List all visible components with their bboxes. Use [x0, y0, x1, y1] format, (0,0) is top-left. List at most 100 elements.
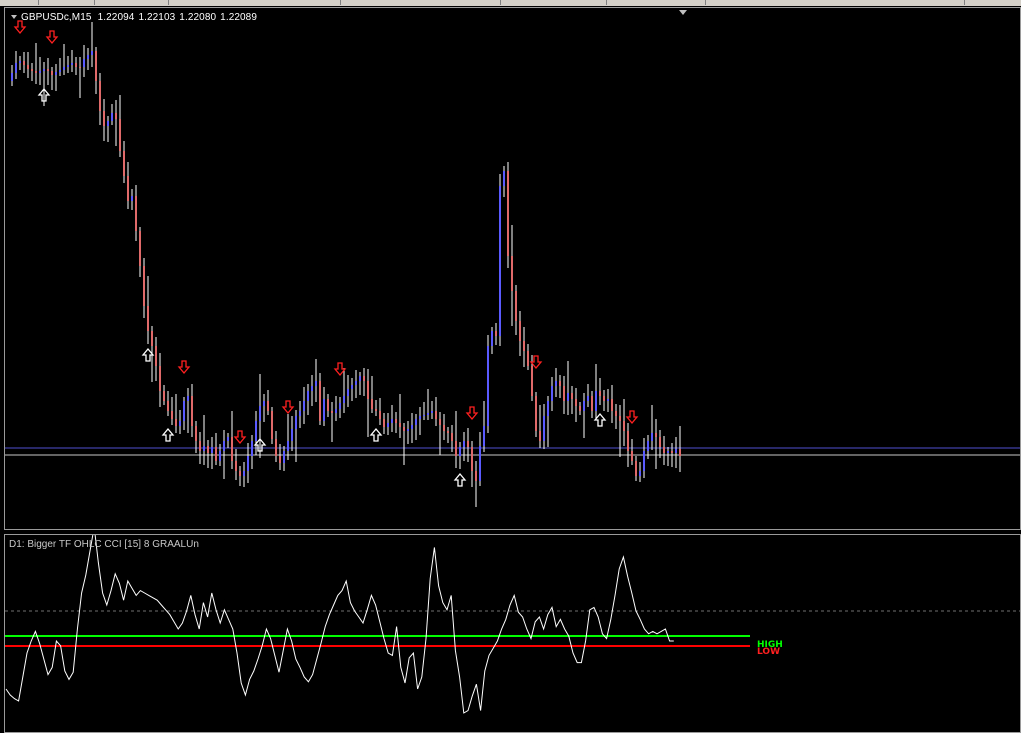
candle-body: [391, 419, 393, 423]
candle-body: [75, 63, 77, 67]
sell-arrow-icon: [233, 430, 247, 445]
candle-body: [387, 423, 389, 427]
candle-body: [559, 381, 561, 386]
candle-body: [427, 413, 429, 415]
candle-body: [579, 406, 581, 411]
high-price: 1.22103: [138, 12, 176, 23]
indicator-pane[interactable]: D1: Bigger TF OHLC CCI [15] 8 GRAALUn HI…: [4, 534, 1021, 733]
candle-body: [655, 433, 657, 437]
collapse-triangle-icon[interactable]: [11, 15, 17, 20]
chart-window[interactable]: GBPUSDc,M15 1.22094 1.22103 1.22080 1.22089 …: [0, 6, 1021, 733]
candle-body: [251, 441, 253, 456]
candle-body: [139, 231, 141, 266]
candle-body: [651, 433, 653, 441]
sell-arrow-icon: [45, 30, 59, 45]
cci-line: [5, 535, 674, 714]
candle-body: [395, 419, 397, 423]
candle-body: [215, 447, 217, 461]
buy-arrow-icon: [161, 427, 175, 442]
candle-body: [563, 386, 565, 401]
candle-body: [403, 427, 405, 431]
candle-body: [271, 411, 273, 439]
candle-body: [255, 421, 257, 441]
candle-body: [299, 411, 301, 416]
candle-body: [659, 437, 661, 447]
candle-body: [539, 431, 541, 441]
candle-body: [635, 461, 637, 476]
candle-body: [71, 63, 73, 65]
candle-body: [479, 446, 481, 481]
candle-body: [671, 451, 673, 453]
candle-body: [547, 401, 549, 416]
candle-body: [435, 411, 437, 419]
candle-body: [531, 366, 533, 396]
cci-canvas[interactable]: [5, 535, 1021, 733]
candle-body: [279, 456, 281, 463]
candle-body: [11, 73, 13, 81]
symbol-label: GBPUSDc,M15: [21, 12, 92, 23]
candle-body: [319, 381, 321, 421]
candle-body: [195, 426, 197, 441]
candle-body: [519, 321, 521, 341]
candle-body: [107, 121, 109, 126]
candle-body: [203, 446, 205, 451]
candle-body: [335, 409, 337, 413]
candle-body: [103, 111, 105, 126]
price-chart-canvas[interactable]: [5, 8, 1021, 530]
candle-body: [639, 471, 641, 476]
candle-body: [599, 391, 601, 396]
chart-shift-marker-icon[interactable]: [679, 10, 687, 15]
candle-body: [455, 441, 457, 456]
candle-body: [667, 451, 669, 453]
candle-body: [151, 331, 153, 346]
candle-body: [447, 431, 449, 433]
buy-arrow-icon: [369, 427, 383, 442]
candle-body: [311, 386, 313, 391]
candle-body: [211, 447, 213, 453]
candle-body: [231, 437, 233, 461]
candle-body: [535, 396, 537, 431]
low-level-label: LOW: [757, 647, 780, 657]
candle-body: [483, 426, 485, 446]
candle-body: [451, 433, 453, 441]
price-chart-pane[interactable]: GBPUSDc,M15 1.22094 1.22103 1.22080 1.22089: [4, 7, 1021, 530]
candle-body: [207, 446, 209, 453]
candle-body: [423, 415, 425, 416]
candle-body: [227, 437, 229, 441]
candle-body: [363, 376, 365, 381]
candle-body: [643, 451, 645, 471]
candle-body: [523, 341, 525, 351]
candle-body: [31, 69, 33, 71]
candle-body: [615, 411, 617, 416]
candle-body: [51, 71, 53, 75]
indicator-title: D1: Bigger TF OHLC CCI [15] 8 GRAALUn: [9, 539, 199, 550]
candle-body: [475, 471, 477, 481]
candle-body: [591, 396, 593, 411]
candle-body: [115, 113, 117, 119]
candle-body: [551, 386, 553, 401]
candle-body: [63, 67, 65, 70]
candle-body: [663, 447, 665, 453]
candle-body: [627, 431, 629, 451]
candle-body: [331, 411, 333, 413]
candle-body: [59, 70, 61, 72]
candle-body: [131, 196, 133, 201]
candle-body: [571, 393, 573, 399]
candle-body: [339, 403, 341, 409]
candle-body: [487, 346, 489, 426]
candle-body: [583, 401, 585, 411]
candle-body: [135, 196, 137, 231]
candle-body: [411, 425, 413, 429]
candle-body: [111, 113, 113, 121]
candle-body: [239, 471, 241, 476]
candle-body: [55, 72, 57, 75]
candle-body: [23, 61, 25, 65]
candle-body: [247, 456, 249, 471]
candle-body: [459, 447, 461, 456]
candle-body: [631, 451, 633, 461]
candle-body: [315, 381, 317, 386]
candle-body: [147, 306, 149, 331]
candle-body: [175, 419, 177, 426]
candle-body: [291, 429, 293, 441]
candle-body: [91, 51, 93, 55]
